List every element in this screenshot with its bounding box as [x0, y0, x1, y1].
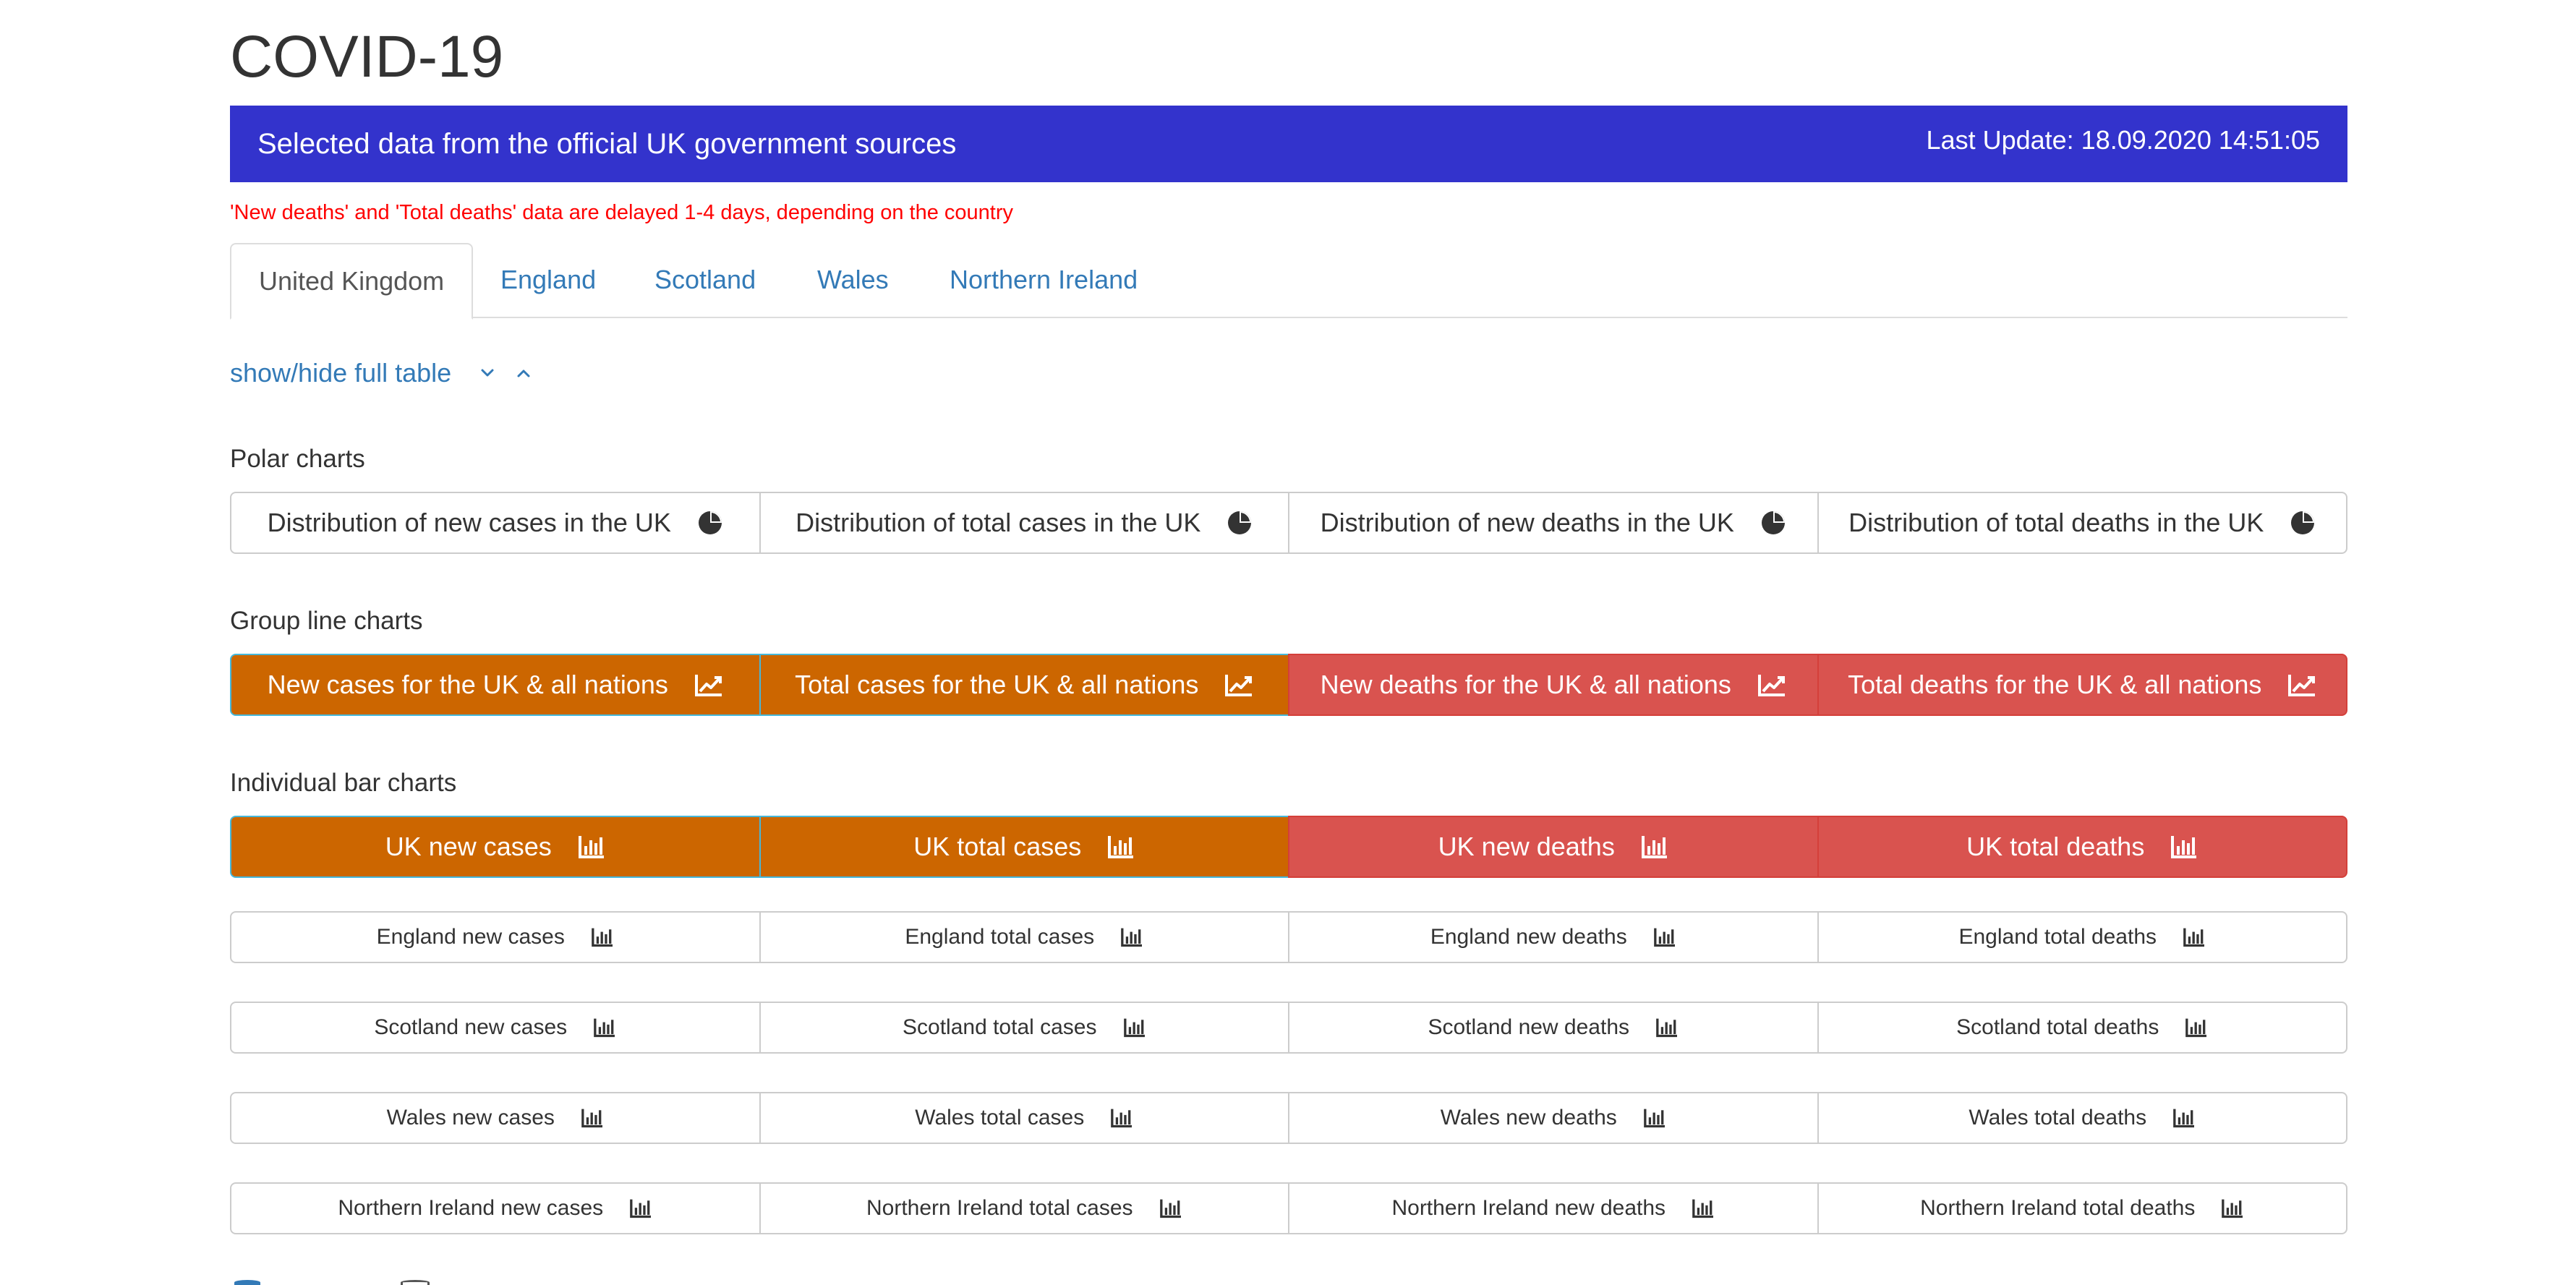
- bar-chart-icon: [578, 834, 605, 859]
- bar-chart-icon: [2185, 1017, 2208, 1038]
- bar-wales-new-deaths-button[interactable]: Wales new deaths: [1288, 1092, 1819, 1144]
- line-total-deaths-button[interactable]: Total deaths for the UK & all nations: [1817, 654, 2347, 716]
- line-chart-icon: [1224, 673, 1253, 697]
- bar-northern-ireland-new-deaths-button[interactable]: Northern Ireland new deaths: [1288, 1182, 1819, 1234]
- bar-uk-new-cases-button[interactable]: UK new cases: [230, 816, 761, 878]
- bar-uk-total-cases-button[interactable]: UK total cases: [759, 816, 1289, 878]
- line-new-cases-button[interactable]: New cases for the UK & all nations: [230, 654, 761, 716]
- bar-scotland-total-cases-button[interactable]: Scotland total cases: [759, 1002, 1289, 1054]
- cutoff-gray-shape: [401, 1280, 430, 1285]
- page-title: COVID-19: [230, 24, 504, 90]
- show-hide-table-toggle[interactable]: show/hide full table: [230, 357, 451, 389]
- chevron-up-icon[interactable]: [512, 362, 535, 385]
- bar-northern-ireland-total-deaths-button[interactable]: Northern Ireland total deaths: [1817, 1182, 2347, 1234]
- individual-bar-charts-heading: Individual bar charts: [230, 769, 457, 797]
- line-total-cases-button[interactable]: Total cases for the UK & all nations: [759, 654, 1289, 716]
- bar-england-new-deaths-button[interactable]: England new deaths: [1288, 911, 1819, 963]
- bar-chart-icon: [1692, 1198, 1715, 1218]
- bar-chart-icon: [1110, 1108, 1133, 1128]
- polar-total-deaths-button[interactable]: Distribution of total deaths in the UK: [1817, 492, 2347, 554]
- line-chart-icon: [694, 673, 723, 697]
- banner-text: Selected data from the official UK gover…: [257, 128, 957, 160]
- northern-ireland-bar-chart-buttons: Northern Ireland new cases Northern Irel…: [230, 1182, 2347, 1234]
- bar-chart-icon: [1159, 1198, 1182, 1218]
- bar-wales-new-cases-button[interactable]: Wales new cases: [230, 1092, 761, 1144]
- line-chart-icon: [2287, 673, 2316, 697]
- header-banner: Selected data from the official UK gover…: [230, 106, 2347, 182]
- bar-scotland-new-deaths-button[interactable]: Scotland new deaths: [1288, 1002, 1819, 1054]
- tab-united-kingdom[interactable]: United Kingdom: [230, 243, 474, 320]
- chevron-down-icon[interactable]: [476, 362, 499, 385]
- polar-new-cases-button[interactable]: Distribution of new cases in the UK: [230, 492, 761, 554]
- cutoff-blue-shape: [234, 1280, 260, 1285]
- group-line-chart-buttons: New cases for the UK & all nations Total…: [230, 654, 2347, 716]
- bar-chart-icon: [593, 1017, 616, 1038]
- last-update: Last Update: 18.09.2020 14:51:05: [1926, 125, 2320, 155]
- bar-scotland-new-cases-button[interactable]: Scotland new cases: [230, 1002, 761, 1054]
- pie-chart-icon: [1760, 510, 1786, 536]
- uk-bar-chart-buttons: UK new cases UK total cases UK new death…: [230, 816, 2347, 878]
- bar-chart-icon: [1655, 1017, 1679, 1038]
- bar-chart-icon: [1107, 834, 1135, 859]
- bar-northern-ireland-total-cases-button[interactable]: Northern Ireland total cases: [759, 1182, 1289, 1234]
- bar-england-total-cases-button[interactable]: England total cases: [759, 911, 1289, 963]
- polar-chart-buttons: Distribution of new cases in the UK Dist…: [230, 492, 2347, 554]
- bar-chart-icon: [2172, 1108, 2196, 1128]
- tab-northern-ireland[interactable]: Northern Ireland: [950, 243, 1138, 318]
- bar-uk-new-deaths-button[interactable]: UK new deaths: [1288, 816, 1819, 878]
- delay-notice: 'New deaths' and 'Total deaths' data are…: [230, 201, 1013, 224]
- england-bar-chart-buttons: England new cases England total cases En…: [230, 911, 2347, 963]
- group-line-charts-heading: Group line charts: [230, 607, 423, 635]
- pie-chart-icon: [1227, 510, 1253, 536]
- bar-uk-total-deaths-button[interactable]: UK total deaths: [1817, 816, 2347, 878]
- polar-total-cases-button[interactable]: Distribution of total cases in the UK: [759, 492, 1289, 554]
- tab-england[interactable]: England: [500, 243, 596, 318]
- bar-chart-icon: [581, 1108, 604, 1128]
- bar-northern-ireland-new-cases-button[interactable]: Northern Ireland new cases: [230, 1182, 761, 1234]
- bar-chart-icon: [1123, 1017, 1146, 1038]
- bar-wales-total-deaths-button[interactable]: Wales total deaths: [1817, 1092, 2347, 1144]
- line-chart-icon: [1757, 673, 1786, 697]
- bar-chart-icon: [2221, 1198, 2244, 1218]
- tab-scotland[interactable]: Scotland: [654, 243, 756, 318]
- line-new-deaths-button[interactable]: New deaths for the UK & all nations: [1288, 654, 1819, 716]
- polar-new-deaths-button[interactable]: Distribution of new deaths in the UK: [1288, 492, 1819, 554]
- bar-chart-icon: [591, 927, 614, 947]
- bar-chart-icon: [2170, 834, 2198, 859]
- tab-wales[interactable]: Wales: [817, 243, 889, 318]
- bar-chart-icon: [2183, 927, 2206, 947]
- polar-charts-heading: Polar charts: [230, 445, 365, 473]
- bar-england-new-cases-button[interactable]: England new cases: [230, 911, 761, 963]
- bar-wales-total-cases-button[interactable]: Wales total cases: [759, 1092, 1289, 1144]
- pie-chart-icon: [2290, 510, 2316, 536]
- bar-chart-icon: [1120, 927, 1143, 947]
- wales-bar-chart-buttons: Wales new cases Wales total cases Wales …: [230, 1092, 2347, 1144]
- bar-chart-icon: [1643, 1108, 1666, 1128]
- bar-england-total-deaths-button[interactable]: England total deaths: [1817, 911, 2347, 963]
- bar-chart-icon: [1653, 927, 1676, 947]
- bar-chart-icon: [1641, 834, 1668, 859]
- scotland-bar-chart-buttons: Scotland new cases Scotland total cases …: [230, 1002, 2347, 1054]
- bar-scotland-total-deaths-button[interactable]: Scotland total deaths: [1817, 1002, 2347, 1054]
- nation-tabs: United Kingdom England Scotland Wales No…: [230, 243, 2347, 320]
- pie-chart-icon: [697, 510, 723, 536]
- bar-chart-icon: [629, 1198, 652, 1218]
